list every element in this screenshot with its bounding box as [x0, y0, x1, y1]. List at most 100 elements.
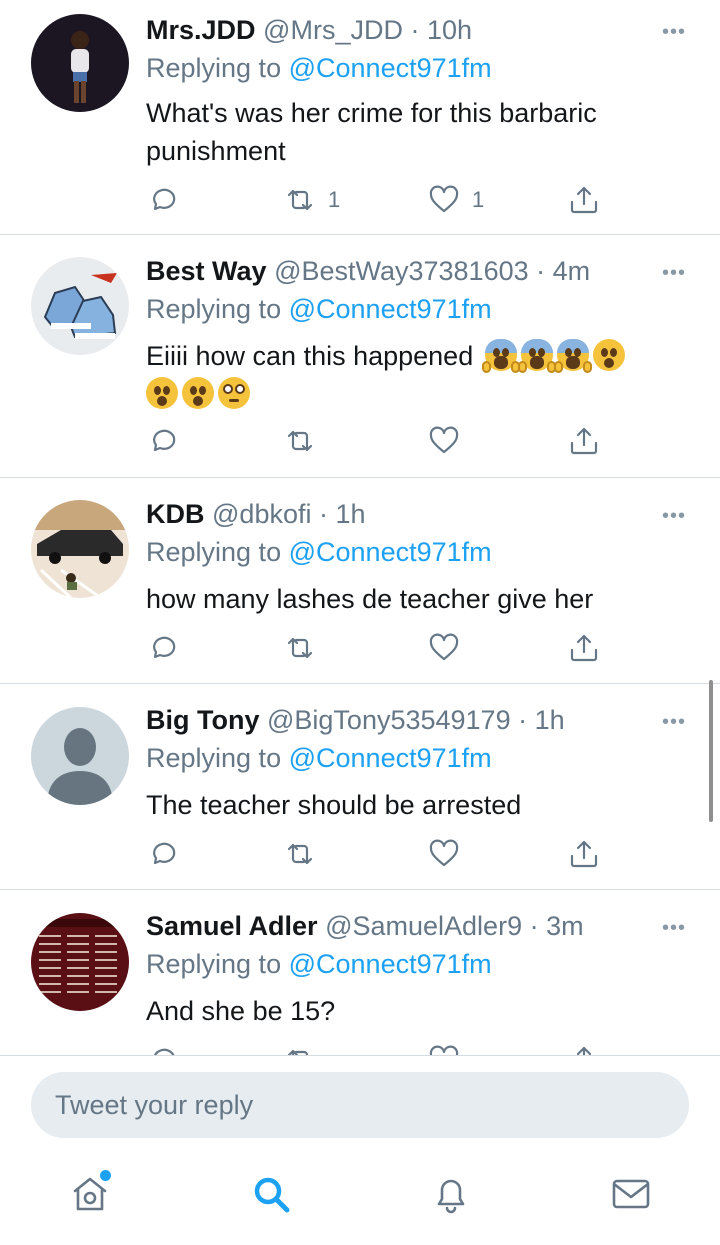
reply-feed: Mrs.JDD @Mrs_JDD · 10h ••• Replying to @…	[0, 0, 720, 1055]
replying-to: Replying to @Connect971fm	[146, 948, 492, 980]
retweet-button[interactable]	[284, 1042, 316, 1055]
mention-link[interactable]: @Connect971fm	[289, 537, 492, 567]
retweet-button[interactable]	[284, 423, 328, 459]
user-handle[interactable]: @Mrs_JDD	[263, 15, 403, 45]
nav-notifications[interactable]	[429, 1172, 473, 1216]
replying-to: Replying to @Connect971fm	[146, 293, 492, 325]
search-icon	[254, 1177, 290, 1213]
share-icon	[576, 1046, 592, 1055]
nav-messages[interactable]	[609, 1172, 653, 1216]
display-name[interactable]: KDB	[146, 499, 205, 529]
timestamp: 3m	[546, 911, 584, 941]
user-handle[interactable]: @BigTony53549179	[267, 705, 511, 735]
scream-emoji	[481, 339, 520, 373]
mention-link[interactable]: @Connect971fm	[289, 949, 492, 979]
timestamp: 10h	[426, 15, 473, 45]
replying-label: Replying to	[146, 294, 282, 324]
separator-dot: ·	[536, 256, 546, 286]
reply-button[interactable]	[146, 630, 178, 666]
tweet-item[interactable]: Samuel Adler @SamuelAdler9 · 3m ••• Repl…	[0, 890, 720, 1055]
heart-icon	[429, 633, 459, 661]
like-button[interactable]	[428, 630, 472, 666]
retweet-button[interactable]: 1	[284, 182, 340, 218]
avatar[interactable]	[31, 257, 129, 355]
default-avatar-icon	[31, 707, 129, 805]
reply-button[interactable]	[146, 423, 178, 459]
reply-icon	[153, 842, 176, 865]
nav-search[interactable]	[249, 1172, 293, 1216]
mention-link[interactable]: @Connect971fm	[289, 53, 492, 83]
tweet-text: Eiiii how can this happened	[146, 341, 474, 371]
separator-dot: ·	[410, 15, 420, 45]
tweet-text: And she be 15?	[146, 996, 336, 1026]
tweet-item[interactable]: Mrs.JDD @Mrs_JDD · 10h ••• Replying to @…	[0, 0, 720, 235]
tweet-text: The teacher should be arrested	[146, 790, 522, 820]
user-handle[interactable]: @SamuelAdler9	[325, 911, 522, 941]
timestamp: 1h	[534, 705, 565, 735]
tweet-actions	[146, 1042, 616, 1055]
heart-icon	[429, 185, 459, 213]
tweet-item[interactable]: Big Tony @BigTony53549179 · 1h ••• Reply…	[0, 684, 720, 890]
display-name[interactable]: Mrs.JDD	[146, 15, 256, 45]
more-icon[interactable]: •••	[662, 22, 686, 42]
retweet-button[interactable]	[284, 836, 328, 872]
retweet-button[interactable]	[284, 630, 328, 666]
like-button[interactable]	[428, 1042, 460, 1055]
scrollbar[interactable]	[709, 680, 713, 822]
like-button[interactable]: 1	[428, 182, 484, 218]
reply-icon	[153, 636, 176, 659]
tweet-text: how many lashes de teacher give her	[146, 584, 594, 614]
share-button[interactable]	[568, 1042, 600, 1055]
user-handle[interactable]: @dbkofi	[212, 499, 311, 529]
reply-composer-bar	[0, 1055, 720, 1245]
user-handle[interactable]: @BestWay37381603	[274, 256, 529, 286]
heart-icon	[429, 839, 459, 867]
mention-link[interactable]: @Connect971fm	[289, 294, 492, 324]
timestamp: 1h	[335, 499, 366, 529]
retweet-icon	[287, 189, 313, 211]
display-name[interactable]: Samuel Adler	[146, 911, 318, 941]
tweet-item[interactable]: KDB @dbkofi · 1h ••• Replying to @Connec…	[0, 478, 720, 684]
display-name[interactable]: Big Tony	[146, 705, 259, 735]
reply-button[interactable]	[146, 836, 178, 872]
share-icon	[570, 427, 598, 455]
eye-roll-emoji	[218, 377, 250, 409]
more-icon[interactable]: •••	[662, 712, 686, 732]
retweet-icon	[287, 637, 313, 659]
avatar[interactable]	[31, 14, 129, 112]
reply-icon	[153, 429, 176, 452]
reply-button[interactable]	[146, 1042, 178, 1055]
share-icon	[570, 186, 598, 214]
tweet-header: Best Way @BestWay37381603 · 4m	[146, 255, 590, 287]
more-icon[interactable]: •••	[662, 918, 686, 938]
avatar[interactable]	[31, 913, 129, 1011]
replying-label: Replying to	[146, 743, 282, 773]
avatar[interactable]	[31, 500, 129, 598]
like-button[interactable]	[428, 836, 472, 872]
separator-dot: ·	[319, 499, 328, 529]
tweet-item[interactable]: Best Way @BestWay37381603 · 4m ••• Reply…	[0, 235, 720, 478]
tweet-actions	[146, 423, 616, 459]
replying-label: Replying to	[146, 537, 282, 567]
tweet-header: Big Tony @BigTony53549179 · 1h	[146, 704, 565, 736]
share-button[interactable]	[568, 836, 600, 872]
display-name[interactable]: Best Way	[146, 256, 267, 286]
mail-icon	[612, 1179, 650, 1209]
tweet-reply-input[interactable]	[31, 1072, 689, 1138]
share-button[interactable]	[568, 423, 600, 459]
like-button[interactable]	[428, 423, 472, 459]
retweet-icon	[287, 1049, 309, 1055]
more-icon[interactable]: •••	[662, 263, 686, 283]
reply-icon	[153, 1048, 175, 1055]
more-icon[interactable]: •••	[662, 506, 686, 526]
share-button[interactable]	[568, 630, 600, 666]
reply-button[interactable]	[146, 182, 178, 218]
avatar-bestway-image	[31, 257, 129, 355]
bell-icon	[437, 1179, 465, 1214]
mention-link[interactable]: @Connect971fm	[289, 743, 492, 773]
avatar[interactable]	[31, 707, 129, 805]
astonished-emoji	[592, 339, 625, 371]
tweet-actions	[146, 836, 616, 872]
share-button[interactable]	[568, 182, 600, 218]
heart-icon	[429, 426, 459, 454]
